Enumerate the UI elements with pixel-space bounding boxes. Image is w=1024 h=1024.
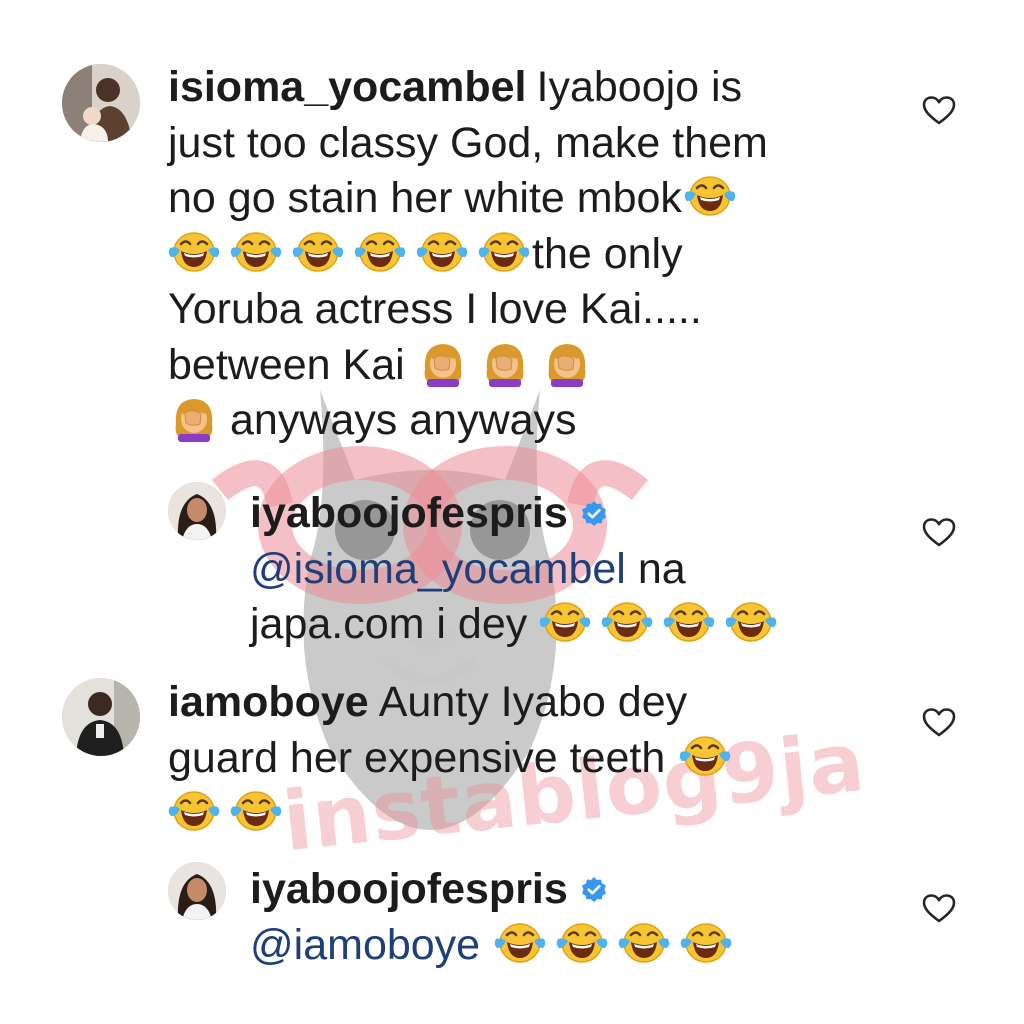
comment-text: Iyaboojo is: [536, 63, 743, 111]
laughing-emoji-icon: [416, 228, 468, 276]
comment-line: japa.com i dey: [250, 597, 870, 653]
comment-text: na: [637, 544, 686, 593]
laughing-emoji-icon: [494, 919, 546, 967]
laughing-emoji-icon: [539, 598, 591, 646]
comment-line: @isioma_yocambel na: [250, 542, 870, 598]
laughing-emoji-icon: [663, 598, 715, 646]
like-heart-icon[interactable]: [922, 95, 956, 127]
comment-text: guard her expensive teeth: [168, 733, 666, 782]
like-heart-icon[interactable]: [922, 893, 956, 925]
comment-username[interactable]: iyaboojofespris: [250, 862, 568, 918]
comment-line: guard her expensive teeth: [168, 731, 888, 787]
laughing-emoji-icon: [230, 787, 282, 835]
mention-link[interactable]: @iamoboye: [250, 921, 480, 969]
comment-text: anyways anyways: [230, 396, 577, 444]
comment-text: the only: [532, 229, 683, 278]
avatar-isioma[interactable]: [62, 64, 140, 142]
comment-username[interactable]: iamoboye: [168, 678, 369, 726]
comment-isioma: isioma_yocambel Iyaboojo is just too clas…: [168, 60, 888, 449]
laughing-emoji-icon: [618, 919, 670, 967]
comment-username[interactable]: iyaboojofespris: [250, 486, 568, 542]
comment-username[interactable]: isioma_yocambel: [168, 63, 527, 111]
comment-text: Aunty Iyabo dey: [378, 678, 688, 726]
comment-line: Yoruba actress I love Kai.....: [168, 285, 702, 333]
comment-line: iyaboojofespris: [250, 486, 870, 542]
like-heart-icon[interactable]: [922, 707, 956, 739]
comment-line: @iamoboye: [250, 918, 870, 974]
avatar-iyaboojofespris[interactable]: [168, 862, 226, 920]
laughing-emoji-icon: [354, 228, 406, 276]
laughing-emoji-icon: [168, 228, 220, 276]
mention-link[interactable]: @isioma_yocambel: [250, 545, 626, 593]
facepalm-emoji-icon: [479, 339, 531, 387]
like-heart-icon[interactable]: [922, 517, 956, 549]
laughing-emoji-icon: [230, 228, 282, 276]
comment-line: iyaboojofespris: [250, 862, 870, 918]
avatar-iyaboojofespris[interactable]: [168, 482, 226, 540]
laughing-emoji-icon: [556, 919, 608, 967]
comment-text: between Kai: [168, 340, 405, 389]
laughing-emoji-icon: [292, 228, 344, 276]
laughing-emoji-icon: [684, 172, 736, 220]
comment-line: between Kai: [168, 338, 888, 394]
comment-text: japa.com i dey: [250, 600, 528, 648]
laughing-emoji-icon: [680, 919, 732, 967]
comment-line: [168, 786, 888, 842]
comment-line: isioma_yocambel Iyaboojo is: [168, 60, 888, 116]
comment-text: no go stain her white mbok: [168, 174, 682, 222]
comment-iamoboye: iamoboye Aunty Iyabo dey guard her expens…: [168, 675, 888, 842]
reply-iyaboojofespris-2: iyaboojofespris @iamoboye: [250, 862, 870, 973]
verified-badge-icon: [580, 876, 608, 904]
comment-line: no go stain her white mbok: [168, 171, 888, 227]
comment-line: iamoboye Aunty Iyabo dey: [168, 675, 888, 731]
laughing-emoji-icon: [725, 598, 777, 646]
comment-line: anyways anyways: [168, 393, 888, 449]
laughing-emoji-icon: [679, 732, 731, 780]
laughing-emoji-icon: [601, 598, 653, 646]
laughing-emoji-icon: [168, 787, 220, 835]
facepalm-emoji-icon: [168, 394, 220, 442]
facepalm-emoji-icon: [541, 339, 593, 387]
avatar-iamoboye[interactable]: [62, 678, 140, 756]
laughing-emoji-icon: [478, 228, 530, 276]
comment-line: just too classy God, make them: [168, 118, 768, 167]
comment-line: the only: [168, 227, 888, 283]
reply-iyaboojofespris-1: iyaboojofespris @isioma_yocambel na japa.…: [250, 486, 870, 653]
verified-badge-icon: [580, 500, 608, 528]
facepalm-emoji-icon: [417, 339, 469, 387]
